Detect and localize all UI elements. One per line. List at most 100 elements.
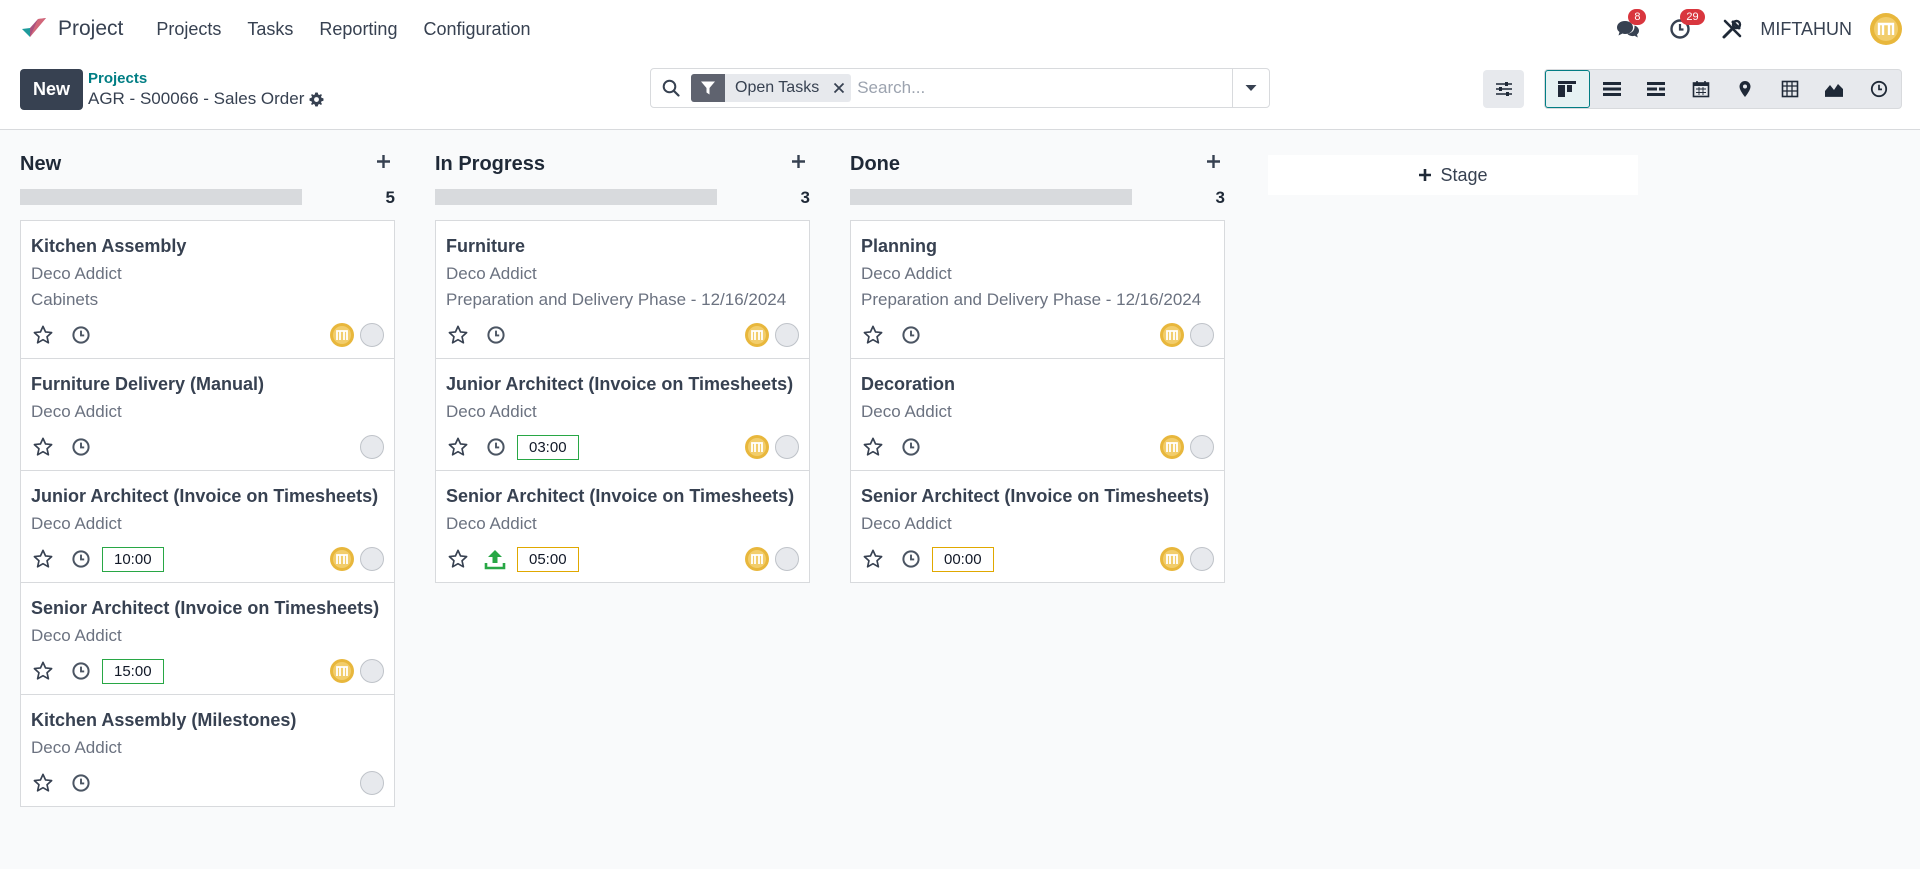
calendar-view-button[interactable]: [1679, 70, 1724, 108]
card-title: Senior Architect (Invoice on Timesheets): [31, 598, 380, 618]
assignee-avatar[interactable]: [330, 323, 354, 347]
star-icon[interactable]: [446, 323, 470, 347]
activity-view-button[interactable]: [1857, 70, 1902, 108]
quick-add-plus-icon[interactable]: [1201, 149, 1225, 173]
debug-tools-button[interactable]: [1718, 15, 1746, 43]
assignee-avatar[interactable]: [1160, 323, 1184, 347]
assignee-avatar[interactable]: [1160, 547, 1184, 571]
quick-add-plus-icon[interactable]: [786, 149, 810, 173]
star-icon[interactable]: [446, 435, 470, 459]
search-options-toggle[interactable]: [1232, 69, 1269, 107]
kanban-card[interactable]: Furniture Delivery (Manual) Deco Addict: [20, 358, 395, 471]
kanban-card[interactable]: Senior Architect (Invoice on Timesheets)…: [435, 470, 810, 583]
activity-clock-icon[interactable]: [900, 548, 922, 570]
kanban-card[interactable]: Kitchen Assembly Deco Addict Cabinets: [20, 220, 395, 359]
activity-clock-icon[interactable]: [70, 660, 92, 682]
assignee-avatar[interactable]: [745, 323, 769, 347]
kanban-card[interactable]: Planning Deco Addict Preparation and Deliv…: [850, 220, 1225, 359]
assignee-avatar[interactable]: [1160, 435, 1184, 459]
activity-clock-icon[interactable]: [70, 324, 92, 346]
kanban-card[interactable]: Kitchen Assembly (Milestones) Deco Addict: [20, 694, 395, 807]
view-settings-button[interactable]: [1483, 70, 1524, 108]
star-icon[interactable]: [31, 659, 55, 683]
card-partner: Deco Addict: [861, 264, 952, 283]
assignee-avatar[interactable]: [745, 547, 769, 571]
kanban-card[interactable]: Junior Architect (Invoice on Timesheets)…: [20, 470, 395, 583]
column-title[interactable]: New: [20, 153, 61, 176]
app-brand[interactable]: Project: [20, 15, 123, 43]
assignee-avatar[interactable]: [330, 547, 354, 571]
star-icon[interactable]: [861, 323, 885, 347]
star-icon[interactable]: [31, 323, 55, 347]
gantt-view-button[interactable]: [1634, 70, 1679, 108]
activity-clock-icon[interactable]: [900, 324, 922, 346]
activity-clock-icon[interactable]: [485, 324, 507, 346]
messages-button[interactable]: 8: [1614, 9, 1647, 43]
kanban-board: New 5 Kitchen Assembly Deco Addict Cabinets F…: [0, 131, 1920, 869]
remove-facet-close-icon[interactable]: [827, 74, 851, 102]
add-stage-button[interactable]: Stage: [1268, 155, 1638, 195]
card-right-widgets: [360, 435, 384, 459]
menu-item-reporting[interactable]: Reporting: [306, 19, 410, 40]
status-indicator[interactable]: [1190, 323, 1214, 347]
assignee-avatar[interactable]: [745, 435, 769, 459]
menu-item-configuration[interactable]: Configuration: [410, 19, 543, 40]
status-indicator[interactable]: [360, 323, 384, 347]
list-view-button[interactable]: [1590, 70, 1635, 108]
activity-clock-icon[interactable]: [900, 436, 922, 458]
user-avatar[interactable]: [1870, 13, 1902, 45]
gear-icon[interactable]: [309, 91, 324, 107]
card-partner: Deco Addict: [31, 626, 122, 645]
upload-icon[interactable]: [483, 547, 507, 571]
status-indicator[interactable]: [775, 435, 799, 459]
status-indicator[interactable]: [1190, 435, 1214, 459]
search-icon[interactable]: [651, 79, 691, 97]
status-indicator[interactable]: [360, 659, 384, 683]
kanban-card[interactable]: Senior Architect (Invoice on Timesheets)…: [850, 470, 1225, 583]
menu-item-projects[interactable]: Projects: [143, 19, 234, 40]
star-icon[interactable]: [861, 435, 885, 459]
status-indicator[interactable]: [360, 771, 384, 795]
status-indicator[interactable]: [360, 547, 384, 571]
pivot-view-button[interactable]: [1768, 70, 1813, 108]
new-button[interactable]: New: [20, 69, 83, 110]
assignee-avatar[interactable]: [330, 659, 354, 683]
kanban-card[interactable]: Decoration Deco Addict: [850, 358, 1225, 471]
column-progress-bar[interactable]: [850, 189, 1132, 205]
card-footer: 10:00: [31, 546, 384, 572]
breadcrumb-parent-link[interactable]: Projects: [88, 70, 147, 87]
card-right-widgets: [745, 435, 799, 459]
activities-button[interactable]: 29: [1666, 9, 1705, 43]
menu-item-tasks[interactable]: Tasks: [234, 19, 306, 40]
map-view-button[interactable]: [1723, 70, 1768, 108]
list-view-icon: [1602, 82, 1621, 96]
status-indicator[interactable]: [775, 323, 799, 347]
status-indicator[interactable]: [1190, 547, 1214, 571]
search-bar: Open Tasks: [650, 68, 1270, 108]
star-icon[interactable]: [861, 547, 885, 571]
column-progress-bar[interactable]: [435, 189, 717, 205]
activity-clock-icon[interactable]: [485, 436, 507, 458]
kanban-card[interactable]: Furniture Deco Addict Preparation and Deli…: [435, 220, 810, 359]
column-progress-bar[interactable]: [20, 189, 302, 205]
search-input[interactable]: [857, 70, 1218, 106]
status-indicator[interactable]: [360, 435, 384, 459]
star-icon[interactable]: [31, 771, 55, 795]
activity-clock-icon[interactable]: [70, 548, 92, 570]
star-icon[interactable]: [31, 547, 55, 571]
column-title[interactable]: In Progress: [435, 153, 545, 176]
column-title[interactable]: Done: [850, 153, 900, 176]
star-icon[interactable]: [446, 547, 470, 571]
user-name[interactable]: MIFTAHUN: [1760, 19, 1852, 40]
activity-clock-icon[interactable]: [70, 436, 92, 458]
graph-view-button[interactable]: [1812, 70, 1857, 108]
star-icon[interactable]: [31, 435, 55, 459]
activity-clock-icon[interactable]: [70, 772, 92, 794]
kanban-card[interactable]: Junior Architect (Invoice on Timesheets)…: [435, 358, 810, 471]
kanban-cards: Planning Deco Addict Preparation and Deliv…: [850, 220, 1225, 583]
kanban-view-button[interactable]: [1545, 70, 1590, 108]
quick-add-plus-icon[interactable]: [371, 149, 395, 173]
kanban-card[interactable]: Senior Architect (Invoice on Timesheets)…: [20, 582, 395, 695]
status-indicator[interactable]: [775, 547, 799, 571]
card-title: Planning: [861, 236, 937, 256]
